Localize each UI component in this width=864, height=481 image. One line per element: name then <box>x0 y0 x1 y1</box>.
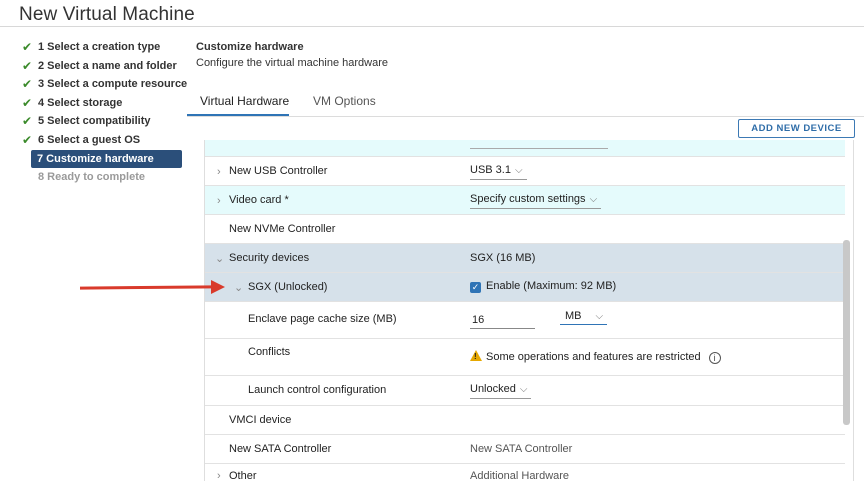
caret-down-icon: ⌵ <box>519 384 528 395</box>
chevron-down-icon[interactable]: ⌄ <box>215 252 224 265</box>
chevron-down-icon[interactable]: ⌄ <box>234 281 243 294</box>
field-underline <box>470 148 608 149</box>
wizard-step-1[interactable]: ✔ 1 Select a creation type <box>0 38 190 57</box>
check-icon: ✔ <box>22 77 33 92</box>
wizard-steps: ✔ 1 Select a creation type ✔ 2 Select a na… <box>0 38 190 187</box>
annotation-arrow-line <box>79 285 215 290</box>
hardware-row-nvme[interactable]: New NVMe Controller <box>205 215 845 244</box>
wizard-step-3[interactable]: ✔ 3 Select a compute resource <box>0 75 190 94</box>
video-card-select[interactable]: Specify custom settings ⌵ <box>470 193 602 209</box>
page-heading: Customize hardware <box>196 41 304 53</box>
check-icon: ✔ <box>22 95 33 110</box>
caret-down-icon: ⌵ <box>595 311 604 322</box>
chevron-right-icon[interactable]: › <box>217 166 221 178</box>
hardware-row-vmci[interactable]: VMCI device <box>205 406 845 435</box>
tab-virtual-hardware[interactable]: Virtual Hardware <box>200 94 289 108</box>
epc-size-input[interactable]: 16 <box>470 314 535 329</box>
hardware-row-other[interactable]: › Other Additional Hardware <box>205 464 845 481</box>
sata-value: New SATA Controller <box>470 443 573 455</box>
tab-vm-options[interactable]: VM Options <box>313 94 376 108</box>
wizard-step-6[interactable]: ✔ 6 Select a guest OS <box>0 131 190 150</box>
wizard-step-7[interactable]: 7 Customize hardware <box>31 149 182 169</box>
security-devices-value: SGX (16 MB) <box>470 252 536 264</box>
window-title: New Virtual Machine <box>19 4 195 25</box>
wizard-step-5[interactable]: ✔ 5 Select compatibility <box>0 112 190 131</box>
conflicts-message: Some operations and features are restric… <box>470 350 721 364</box>
check-icon: ✔ <box>22 114 33 129</box>
grid-row-partial <box>205 140 845 157</box>
warning-icon <box>470 350 482 361</box>
check-icon: ✔ <box>22 58 33 73</box>
usb-type-select[interactable]: USB 3.1 ⌵ <box>470 164 527 180</box>
caret-down-icon: ⌵ <box>514 165 523 176</box>
chevron-right-icon[interactable]: › <box>217 470 221 481</box>
hardware-grid: › New USB Controller USB 3.1 ⌵ › Video ca… <box>204 140 854 481</box>
epc-unit-select[interactable]: MB ⌵ <box>560 310 607 325</box>
hardware-row-conflicts: Conflicts Some operations and features a… <box>205 339 845 376</box>
hardware-row-usb[interactable]: › New USB Controller USB 3.1 ⌵ <box>205 157 845 186</box>
hardware-row-epc-size: Enclave page cache size (MB) 16 MB ⌵ <box>205 302 845 339</box>
info-icon[interactable]: i <box>708 352 721 364</box>
annotation-arrow-head <box>211 280 225 294</box>
hardware-row-sata[interactable]: New SATA Controller New SATA Controller <box>205 435 845 464</box>
launch-control-select[interactable]: Unlocked ⌵ <box>470 383 532 399</box>
add-new-device-button[interactable]: ADD NEW DEVICE <box>738 119 855 138</box>
check-icon: ✔ <box>22 40 33 54</box>
hardware-row-video-card[interactable]: › Video card * Specify custom settings ⌵ <box>205 186 845 215</box>
chevron-right-icon[interactable]: › <box>217 195 221 207</box>
sgx-enable-checkbox[interactable]: ✓ Enable (Maximum: 92 MB) <box>470 280 616 293</box>
wizard-step-4[interactable]: ✔ 4 Select storage <box>0 94 190 113</box>
grid-scrollbar[interactable] <box>843 240 850 425</box>
hardware-row-security-devices[interactable]: ⌄ Security devices SGX (16 MB) <box>205 244 845 273</box>
tabs-divider <box>187 116 864 117</box>
hardware-row-sgx[interactable]: ⌄ SGX (Unlocked) ✓ Enable (Maximum: 92 MB… <box>205 273 845 302</box>
wizard-step-8: 8 Ready to complete <box>38 171 145 184</box>
hardware-row-launch-control: Launch control configuration Unlocked ⌵ <box>205 376 845 406</box>
checkbox-checked-icon[interactable]: ✓ <box>470 282 481 293</box>
page-subheading: Configure the virtual machine hardware <box>196 57 388 69</box>
caret-down-icon: ⌵ <box>589 194 598 205</box>
other-value: Additional Hardware <box>470 470 570 481</box>
check-icon: ✔ <box>22 132 33 147</box>
wizard-step-2[interactable]: ✔ 2 Select a name and folder <box>0 57 190 76</box>
title-divider <box>0 26 864 27</box>
